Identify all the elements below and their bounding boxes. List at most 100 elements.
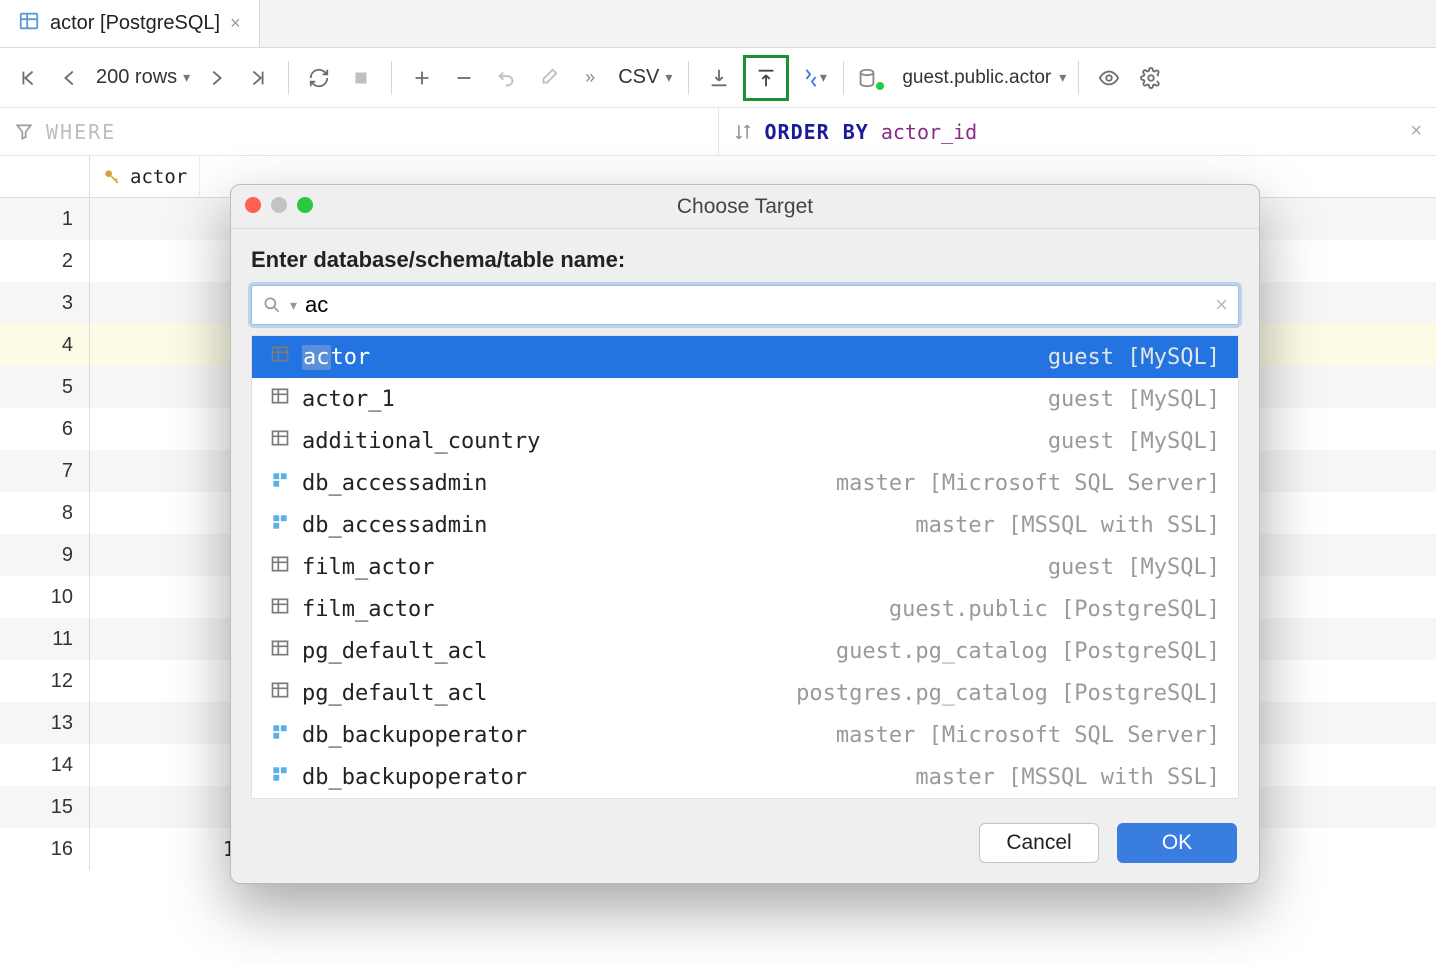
table-icon [270, 344, 290, 370]
row-number[interactable]: 15 [0, 786, 90, 828]
cancel-button[interactable]: Cancel [979, 823, 1099, 863]
close-icon[interactable]: × [230, 13, 241, 34]
view-button[interactable] [1091, 60, 1127, 96]
separator [391, 61, 392, 95]
table-icon [270, 428, 290, 454]
result-item[interactable]: actorguest [MySQL] [252, 336, 1238, 378]
result-item[interactable]: film_actorguest.public [PostgreSQL] [252, 588, 1238, 630]
more-icon[interactable]: » [572, 60, 608, 96]
search-icon [262, 295, 282, 315]
result-item[interactable]: db_backupoperatormaster [Microsoft SQL S… [252, 714, 1238, 756]
add-row-button[interactable] [404, 60, 440, 96]
column-name: actor [130, 166, 187, 188]
result-hint: guest.pg_catalog [PostgreSQL] [836, 639, 1220, 664]
filter-icon [14, 122, 34, 142]
result-hint: guest [MySQL] [1048, 555, 1220, 580]
filter-row: WHERE ORDER BY actor_id × [0, 108, 1436, 156]
minimize-window-icon [271, 197, 287, 213]
clear-icon[interactable]: × [1410, 120, 1422, 143]
sort-icon [733, 122, 753, 142]
order-by-filter[interactable]: ORDER BY actor_id × [719, 108, 1436, 155]
schema-icon [270, 722, 290, 748]
chevron-down-icon: ▾ [665, 69, 672, 86]
result-item[interactable]: additional_countryguest [MySQL] [252, 420, 1238, 462]
row-number[interactable]: 12 [0, 660, 90, 702]
clear-search-icon[interactable]: × [1215, 292, 1228, 318]
search-box[interactable]: ▾ × [251, 285, 1239, 325]
key-icon [102, 167, 122, 187]
settings-button[interactable] [1133, 60, 1169, 96]
schema-path-dropdown[interactable]: guest.public.actor ▾ [856, 67, 1066, 89]
download-button[interactable] [701, 60, 737, 96]
table-icon [18, 10, 40, 38]
schema-icon [270, 470, 290, 496]
close-window-icon[interactable] [245, 197, 261, 213]
row-number[interactable]: 5 [0, 366, 90, 408]
export-format-dropdown[interactable]: CSV ▾ [614, 66, 676, 89]
result-hint: master [Microsoft SQL Server] [836, 471, 1220, 496]
row-number[interactable]: 13 [0, 702, 90, 744]
tab-title: actor [PostgreSQL] [50, 12, 220, 35]
separator [843, 61, 844, 95]
row-number[interactable]: 7 [0, 450, 90, 492]
last-page-button[interactable] [240, 60, 276, 96]
result-name: db_backupoperator [302, 723, 527, 748]
table-icon [270, 386, 290, 412]
row-number[interactable]: 8 [0, 492, 90, 534]
zoom-window-icon[interactable] [297, 197, 313, 213]
ok-button[interactable]: OK [1117, 823, 1237, 863]
search-input[interactable] [305, 292, 1207, 318]
result-name: actor [302, 345, 370, 370]
compare-button[interactable]: ▾ [795, 60, 831, 96]
editor-tab[interactable]: actor [PostgreSQL] × [0, 0, 260, 47]
commit-button[interactable] [530, 60, 566, 96]
row-number[interactable]: 3 [0, 282, 90, 324]
window-controls[interactable] [245, 197, 313, 213]
chevron-down-icon: ▾ [183, 69, 190, 86]
result-name: db_accessadmin [302, 513, 487, 538]
row-number[interactable]: 4 [0, 324, 90, 366]
result-item[interactable]: actor_1 guest [MySQL] [252, 378, 1238, 420]
dialog-titlebar[interactable]: Choose Target [231, 185, 1259, 229]
stop-button[interactable] [343, 60, 379, 96]
result-name: db_accessadmin [302, 471, 487, 496]
revert-button[interactable] [488, 60, 524, 96]
row-number[interactable]: 11 [0, 618, 90, 660]
row-number[interactable]: 10 [0, 576, 90, 618]
where-filter[interactable]: WHERE [0, 108, 719, 155]
chevron-down-icon: ▾ [1059, 69, 1066, 86]
result-item[interactable]: pg_default_aclpostgres.pg_catalog [Postg… [252, 672, 1238, 714]
result-item[interactable]: db_accessadminmaster [MSSQL with SSL] [252, 504, 1238, 546]
dialog-buttons: Cancel OK [231, 807, 1259, 883]
row-number[interactable]: 6 [0, 408, 90, 450]
result-hint: guest [MySQL] [1048, 387, 1220, 412]
table-icon [270, 680, 290, 706]
result-item[interactable]: db_backupoperatormaster [MSSQL with SSL] [252, 756, 1238, 798]
refresh-button[interactable] [301, 60, 337, 96]
chevron-down-icon[interactable]: ▾ [290, 297, 297, 314]
row-number[interactable]: 16 [0, 828, 90, 870]
separator [288, 61, 289, 95]
row-number[interactable]: 1 [0, 198, 90, 240]
row-number[interactable]: 9 [0, 534, 90, 576]
where-placeholder: WHERE [46, 120, 116, 144]
separator [688, 61, 689, 95]
result-item[interactable]: pg_default_aclguest.pg_catalog [PostgreS… [252, 630, 1238, 672]
prev-page-button[interactable] [52, 60, 88, 96]
column-header[interactable]: actor [90, 156, 200, 197]
row-number[interactable]: 2 [0, 240, 90, 282]
first-page-button[interactable] [10, 60, 46, 96]
row-number-header [0, 156, 90, 197]
result-name: actor_1 [302, 387, 395, 412]
upload-button-highlighted[interactable] [743, 55, 789, 101]
row-number[interactable]: 14 [0, 744, 90, 786]
result-item[interactable]: db_accessadmin master [Microsoft SQL Serv… [252, 462, 1238, 504]
result-name: film_actor [302, 597, 434, 622]
next-page-button[interactable] [198, 60, 234, 96]
table-icon [270, 596, 290, 622]
remove-row-button[interactable] [446, 60, 482, 96]
rows-label-text: 200 rows [96, 66, 177, 89]
rows-dropdown[interactable]: 200 rows ▾ [94, 66, 192, 89]
result-item[interactable]: film_actorguest [MySQL] [252, 546, 1238, 588]
result-name: pg_default_acl [302, 681, 487, 706]
